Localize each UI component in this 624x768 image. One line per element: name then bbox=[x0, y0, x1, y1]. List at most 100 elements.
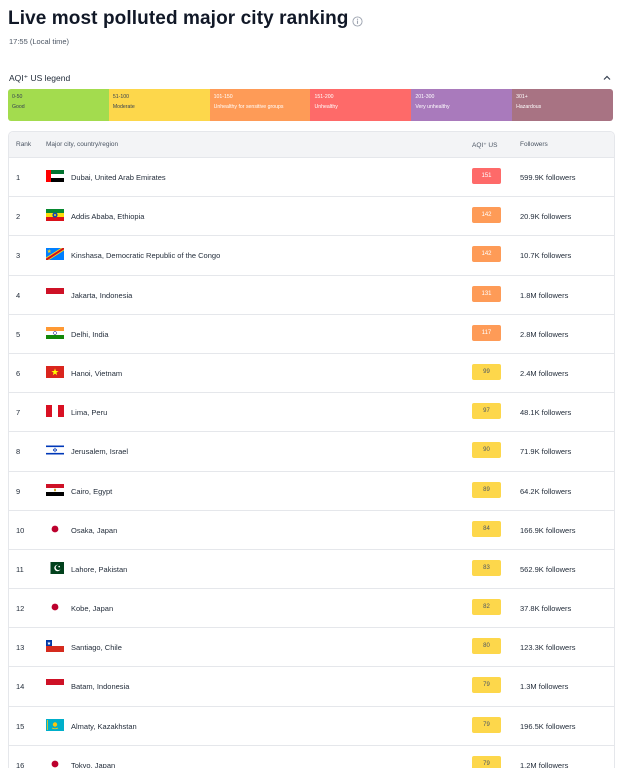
header-rank: Rank bbox=[16, 141, 32, 148]
legend-segment: 301+ Hazardous bbox=[512, 89, 613, 121]
legend-label: Unhealthy bbox=[314, 104, 338, 110]
legend-label: Good bbox=[12, 104, 25, 110]
table-row[interactable]: 2 Addis Ababa, Ethiopia 142 20.9K followers bbox=[9, 197, 614, 237]
rank-cell: 4 bbox=[16, 290, 21, 300]
legend-segment: 51-100 Moderate bbox=[108, 89, 210, 121]
table-row[interactable]: 16 Tokyo, Japan 79 1.2M followers bbox=[9, 746, 614, 768]
aqi-badge: 97 bbox=[472, 403, 501, 420]
flag-icon bbox=[46, 444, 64, 457]
followers-cell: 123.3K followers bbox=[520, 643, 576, 653]
city-link[interactable]: Santiago, Chile bbox=[71, 643, 122, 652]
table-row[interactable]: 12 Kobe, Japan 82 37.8K followers bbox=[9, 589, 614, 629]
city-link[interactable]: Hanoi, Vietnam bbox=[71, 369, 122, 378]
city-link[interactable]: Osaka, Japan bbox=[71, 526, 117, 535]
table-row[interactable]: 5 Delhi, India 117 2.8M followers bbox=[9, 315, 614, 354]
city-link[interactable]: Tokyo, Japan bbox=[71, 761, 115, 768]
followers-cell: 599.9K followers bbox=[520, 173, 576, 182]
aqi-badge: 82 bbox=[472, 599, 501, 616]
rank-cell: 10 bbox=[16, 525, 25, 535]
rank-cell: 6 bbox=[16, 368, 21, 378]
rank-cell: 16 bbox=[16, 760, 25, 768]
legend-label: Very unhealthy bbox=[415, 104, 450, 110]
legend-label: Unhealthy for sensitive groups bbox=[213, 104, 284, 110]
table-row[interactable]: 1 Dubai, United Arab Emirates 151 599.9K fo… bbox=[9, 158, 614, 198]
aqi-badge: 89 bbox=[472, 481, 501, 498]
aqi-badge: 151 bbox=[472, 168, 501, 184]
aqi-badge: 142 bbox=[472, 246, 501, 263]
table-row[interactable]: 7 Lima, Peru 97 48.1K followers bbox=[9, 393, 614, 433]
city-link[interactable]: Lima, Peru bbox=[71, 408, 107, 417]
table-row[interactable]: 6 Hanoi, Vietnam 99 2.4M followers bbox=[9, 354, 614, 394]
followers-cell: 2.8M followers bbox=[520, 329, 569, 339]
rank-cell: 13 bbox=[16, 643, 25, 653]
page-title: Live most polluted major city ranking bbox=[8, 8, 349, 29]
followers-cell: 562.9K followers bbox=[520, 564, 576, 574]
legend-segment: 0-50 Good bbox=[8, 89, 109, 121]
flag-icon bbox=[46, 718, 64, 731]
table-row[interactable]: 13 Santiago, Chile 80 123.3K followers bbox=[9, 628, 614, 668]
rank-cell: 1 bbox=[16, 173, 21, 182]
table-row[interactable]: 4 Jakarta, Indonesia 131 1.8M followers bbox=[9, 276, 614, 315]
aqi-badge: 84 bbox=[472, 520, 501, 537]
followers-cell: 1.3M followers bbox=[520, 682, 569, 692]
aqi-badge: 80 bbox=[472, 638, 501, 655]
city-link[interactable]: Jerusalem, Israel bbox=[71, 447, 128, 456]
table-row[interactable]: 9 Cairo, Egypt 89 64.2K followers bbox=[9, 472, 614, 511]
table-row[interactable]: 14 Batam, Indonesia 79 1.3M followers bbox=[9, 667, 614, 707]
flag-icon bbox=[46, 601, 64, 614]
legend-title: AQI⁺ US legend bbox=[9, 72, 71, 83]
rank-cell: 15 bbox=[16, 721, 25, 731]
aqi-badge: 90 bbox=[472, 442, 501, 459]
table-row[interactable]: 3 Kinshasa, Democratic Republic of the Co… bbox=[9, 236, 614, 276]
legend-range: 151-200 bbox=[314, 94, 334, 100]
rank-cell: 2 bbox=[16, 212, 21, 222]
followers-cell: 196.5K followers bbox=[520, 721, 576, 731]
legend-range: 51-100 bbox=[112, 94, 129, 100]
legend-range: 0-50 bbox=[12, 94, 23, 100]
aqi-badge: 142 bbox=[472, 207, 501, 224]
city-link[interactable]: Addis Ababa, Ethiopia bbox=[71, 212, 144, 221]
legend-header[interactable]: AQI⁺ US legend bbox=[9, 72, 612, 84]
info-icon[interactable] bbox=[351, 16, 363, 27]
legend-segment: 101-150 Unhealthy for sensitive groups bbox=[209, 89, 311, 121]
city-link[interactable]: Kinshasa, Democratic Republic of the Con… bbox=[71, 251, 220, 260]
city-link[interactable]: Batam, Indonesia bbox=[71, 682, 129, 691]
flag-icon bbox=[46, 248, 64, 261]
local-time: 17:55 (Local time) bbox=[9, 37, 70, 46]
table-row[interactable]: 10 Osaka, Japan 84 166.9K followers bbox=[9, 511, 614, 550]
legend-label: Hazardous bbox=[516, 104, 542, 110]
city-link[interactable]: Delhi, India bbox=[71, 330, 109, 339]
aqi-badge: 79 bbox=[472, 716, 501, 733]
table-row[interactable]: 11 Lahore, Pakistan 83 562.9K followers bbox=[9, 550, 614, 590]
aqi-badge: 79 bbox=[472, 755, 501, 768]
city-link[interactable]: Almaty, Kazakhstan bbox=[71, 722, 137, 731]
aqi-badge: 83 bbox=[472, 559, 501, 576]
followers-cell: 48.1K followers bbox=[520, 408, 572, 418]
table-row[interactable]: 15 Almaty, Kazakhstan 79 196.5K followers bbox=[9, 707, 614, 746]
followers-cell: 20.9K followers bbox=[520, 212, 572, 222]
flag-icon bbox=[46, 405, 64, 418]
flag-icon bbox=[46, 640, 64, 653]
table-row[interactable]: 8 Jerusalem, Israel 90 71.9K followers bbox=[9, 432, 614, 472]
followers-cell: 1.2M followers bbox=[520, 760, 569, 768]
followers-cell: 10.7K followers bbox=[520, 251, 572, 261]
flag-icon bbox=[46, 365, 64, 378]
table-body: 1 Dubai, United Arab Emirates 151 599.9K fo… bbox=[9, 158, 614, 768]
city-link[interactable]: Kobe, Japan bbox=[71, 604, 113, 613]
followers-cell: 64.2K followers bbox=[520, 486, 572, 496]
header-city: Major city, country/region bbox=[46, 141, 119, 148]
city-link[interactable]: Lahore, Pakistan bbox=[71, 565, 127, 574]
city-link[interactable]: Jakarta, Indonesia bbox=[71, 291, 132, 300]
legend-label: Moderate bbox=[112, 104, 135, 110]
city-link[interactable]: Dubai, United Arab Emirates bbox=[71, 173, 166, 182]
rank-cell: 7 bbox=[16, 408, 21, 418]
legend-segment: 151-200 Unhealthy bbox=[310, 89, 412, 121]
followers-cell: 2.4M followers bbox=[520, 368, 569, 378]
chevron-up-icon[interactable] bbox=[602, 73, 612, 83]
flag-icon bbox=[46, 679, 64, 692]
rank-cell: 12 bbox=[16, 604, 25, 614]
header-aqi: AQI⁺ US bbox=[472, 142, 498, 149]
flag-icon bbox=[46, 757, 64, 768]
city-link[interactable]: Cairo, Egypt bbox=[71, 487, 112, 496]
flag-icon bbox=[46, 561, 64, 574]
